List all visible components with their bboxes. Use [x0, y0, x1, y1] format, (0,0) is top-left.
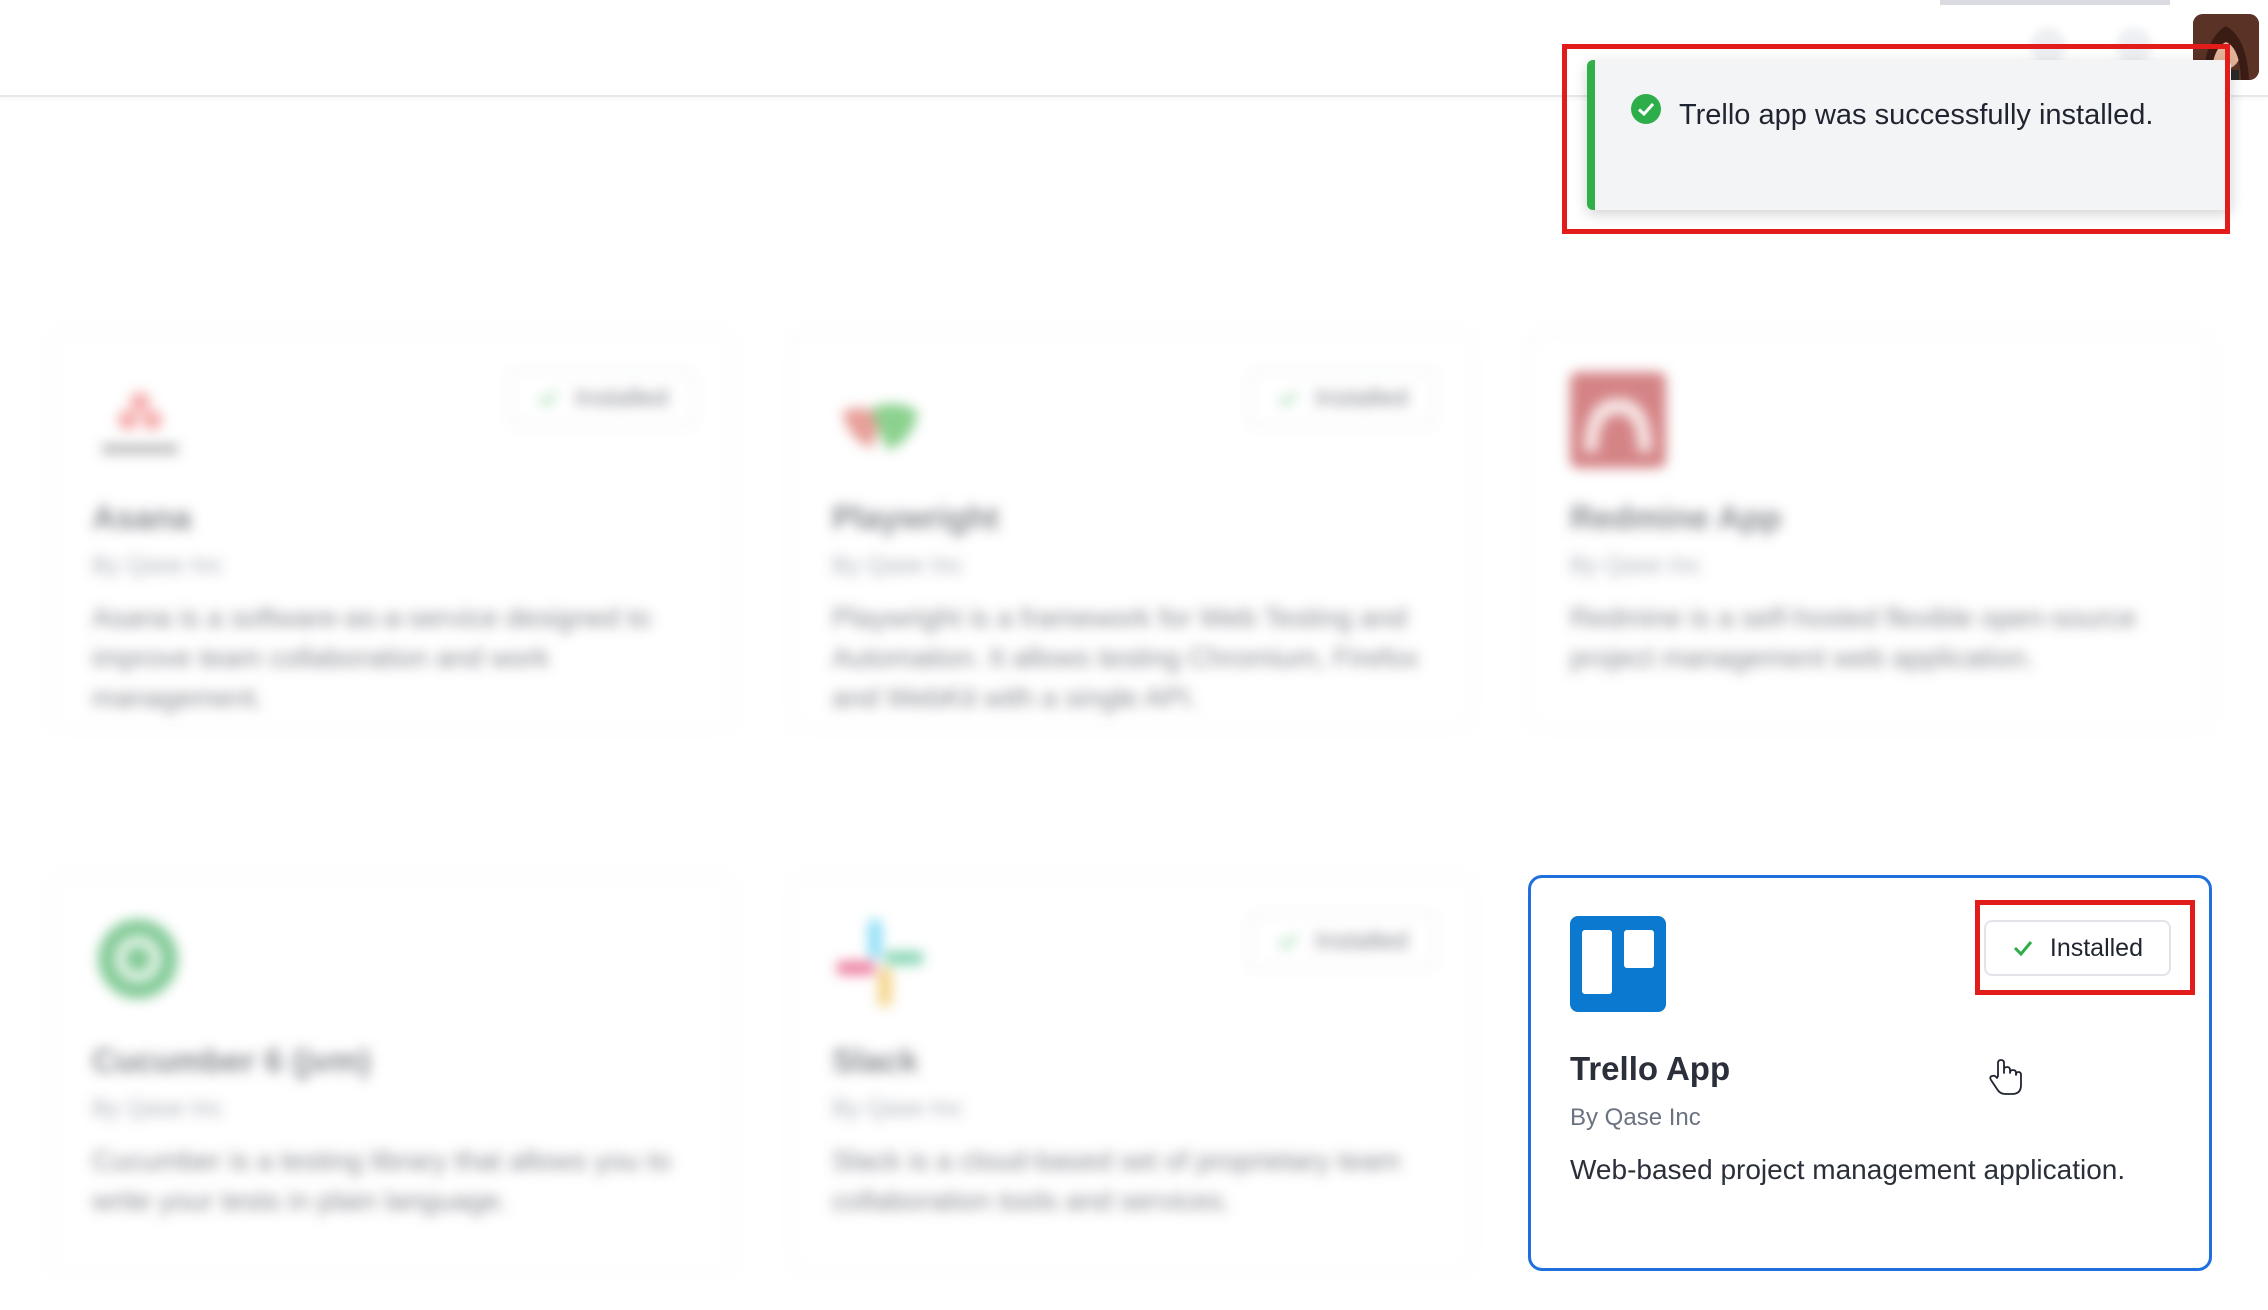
app-title: Slack	[832, 1042, 919, 1079]
app-description: Web-based project management application…	[1570, 1154, 2126, 1185]
app-card-asana[interactable]: Installed Asana By Qase Inc Asana is a s…	[50, 332, 734, 730]
app-description: Slack is a cloud-based set of proprietar…	[832, 1145, 1401, 1216]
app-title: Asana	[92, 499, 192, 536]
toast-highlight-box	[1562, 44, 2230, 234]
playwright-logo-icon	[832, 372, 928, 468]
app-vendor: By Qase Inc	[92, 1095, 223, 1122]
app-card-playwright[interactable]: Installed Playwright By Qase Inc Playwri…	[790, 332, 1474, 730]
check-icon	[1278, 934, 1298, 950]
app-title: Cucumber 6 (jvm)	[92, 1042, 371, 1079]
app-title: Redmine App	[1570, 499, 1782, 536]
redmine-logo-icon	[1570, 372, 1666, 468]
installed-label: Installed	[574, 383, 668, 412]
app-card-slack[interactable]: Installed Slack By Qase Inc Slack is a c…	[790, 875, 1474, 1273]
app-vendor: By Qase Inc	[92, 552, 223, 579]
app-card-redmine[interactable]: Redmine App By Qase Inc Redmine is a sel…	[1528, 332, 2212, 730]
installed-badge: Installed	[1248, 913, 1436, 969]
check-icon	[538, 391, 558, 407]
app-description: Redmine is a self-hosted flexible open-s…	[1570, 602, 2137, 673]
app-description: Cucumber is a testing library that allow…	[92, 1145, 671, 1216]
check-icon	[1278, 391, 1298, 407]
loading-strip	[1940, 0, 2170, 5]
app-vendor: By Qase Inc	[832, 1095, 963, 1122]
trello-logo-icon	[1570, 916, 1666, 1012]
installed-badge: Installed	[508, 370, 696, 426]
slack-logo-icon	[832, 915, 928, 1011]
app-vendor: By Qase Inc	[1570, 552, 1701, 579]
app-title: Playwright	[832, 499, 999, 536]
asana-logo-icon	[92, 372, 188, 468]
cucumber-logo-icon	[92, 915, 188, 1011]
installed-badge: Installed	[1248, 370, 1436, 426]
hand-pointer-icon	[1988, 1058, 2022, 1096]
app-title: Trello App	[1570, 1050, 1731, 1087]
installed-label: Installed	[1314, 926, 1408, 955]
app-vendor: By Qase Inc	[1570, 1104, 1701, 1131]
installed-highlight-box	[1975, 900, 2195, 995]
installed-label: Installed	[1314, 383, 1408, 412]
app-vendor: By Qase Inc	[832, 552, 963, 579]
app-description: Playwright is a framework for Web Testin…	[832, 602, 1419, 713]
app-card-cucumber[interactable]: Cucumber 6 (jvm) By Qase Inc Cucumber is…	[50, 875, 734, 1273]
app-description: Asana is a software-as-a-service designe…	[92, 602, 651, 713]
